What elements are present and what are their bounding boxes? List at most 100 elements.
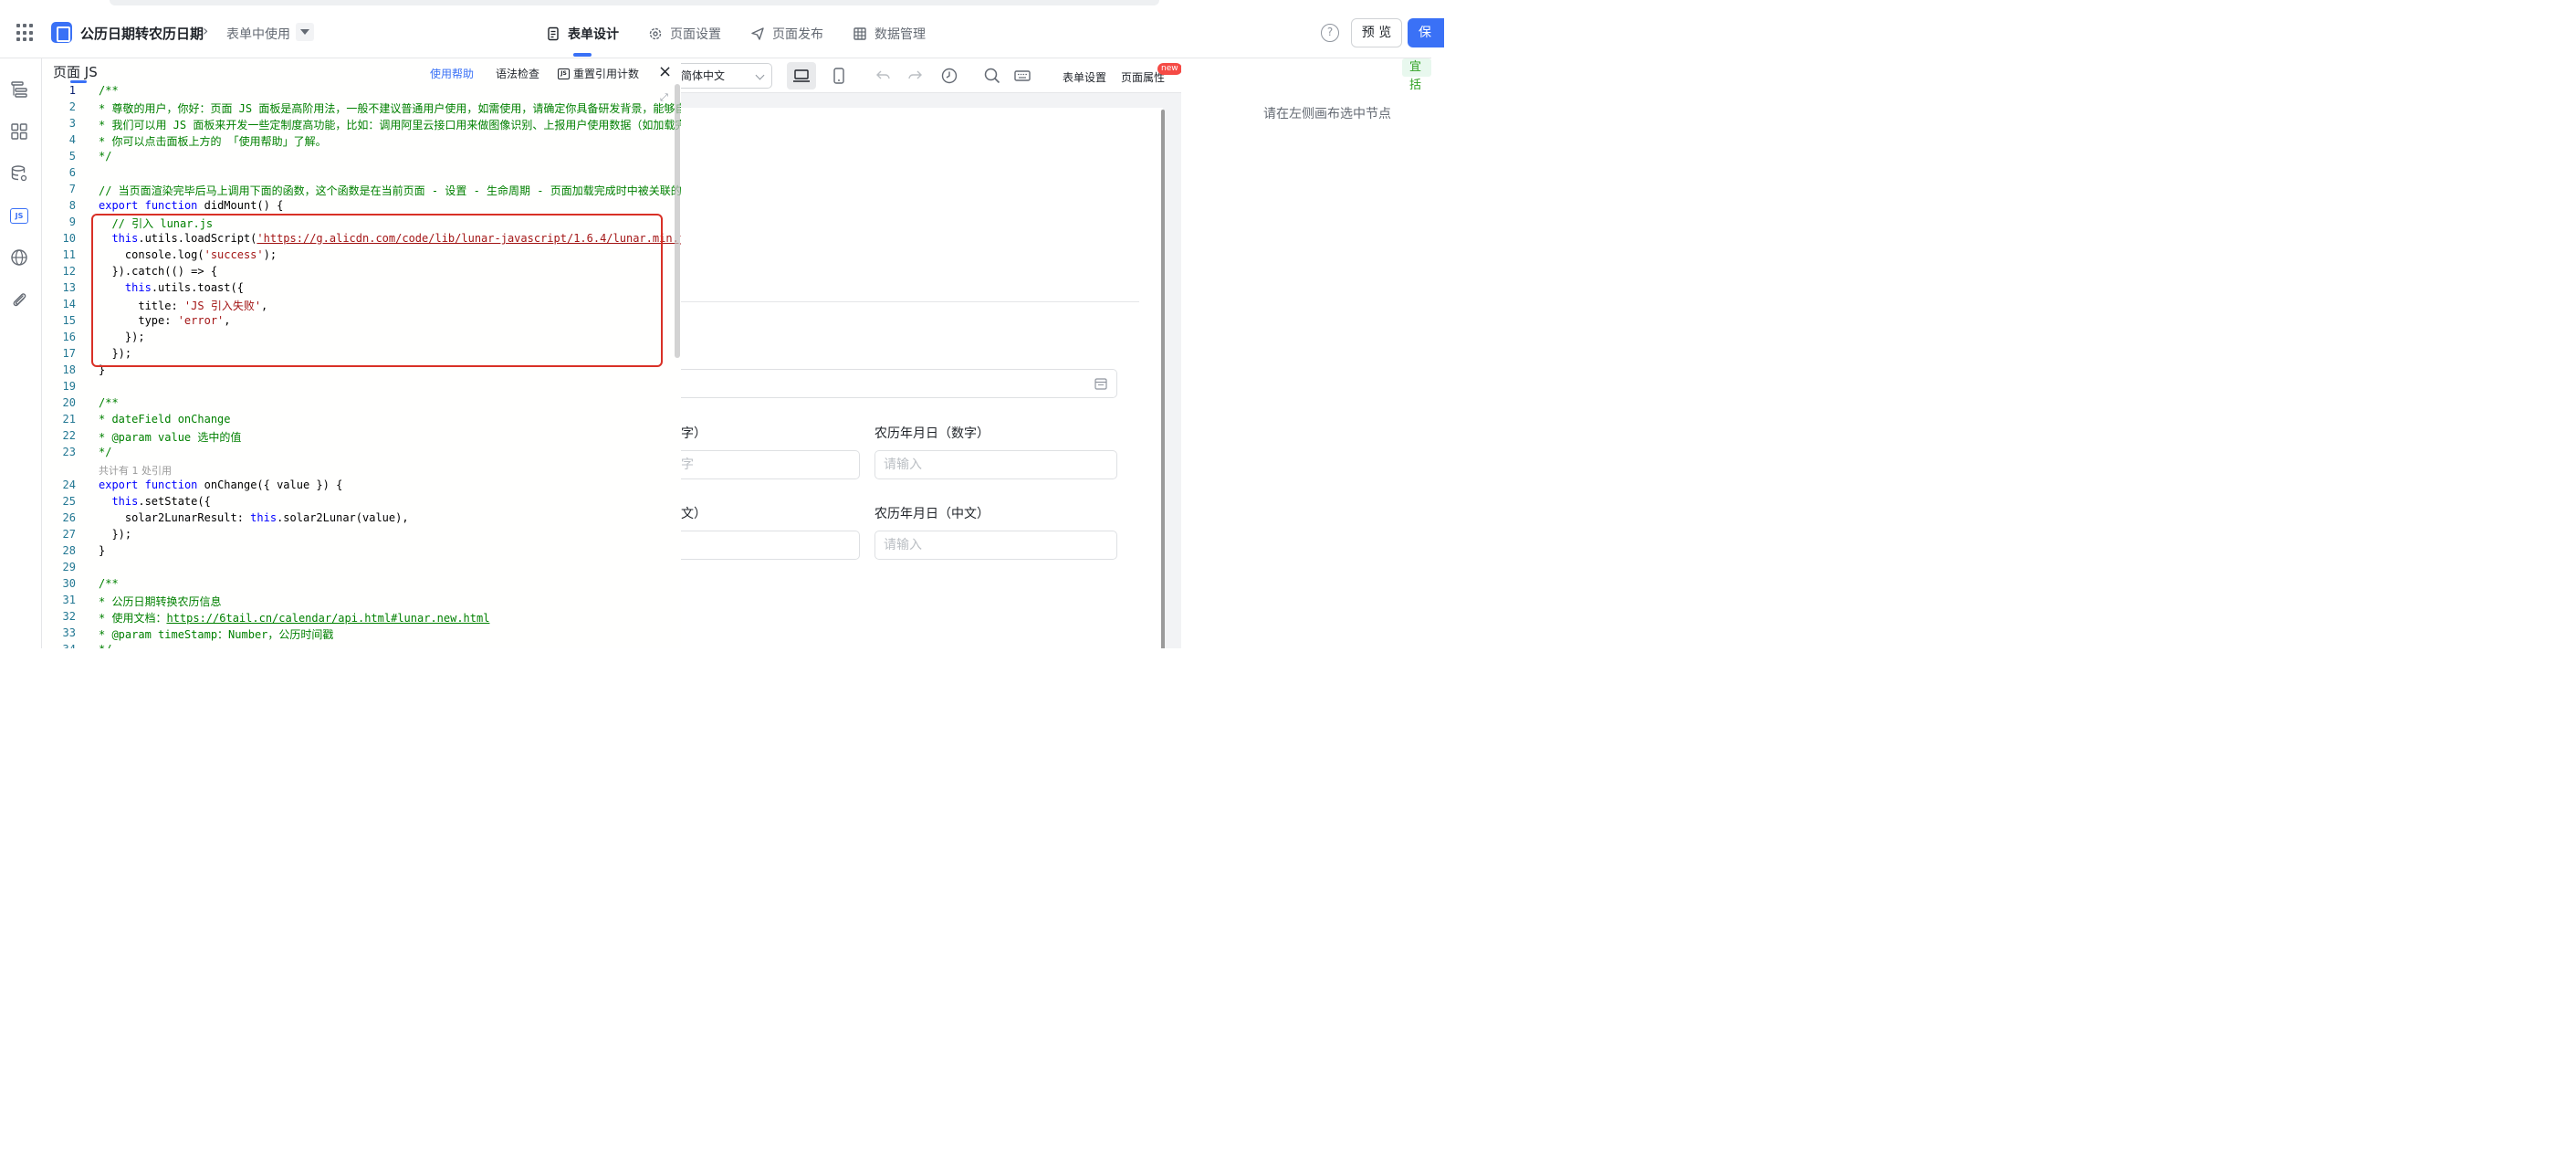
apps-grid-icon[interactable] (16, 24, 35, 42)
line-number: 9 (68, 216, 76, 228)
line-number: 34 (43, 643, 76, 648)
line-number: 5 (68, 150, 76, 163)
new-badge: new (1157, 63, 1181, 75)
solar-chinese-input[interactable] (681, 531, 860, 560)
canvas-toolbar: 简体中文 表单设置 页面属性 new (681, 58, 1181, 93)
code-line: } (99, 544, 106, 557)
help-link[interactable]: 使用帮助 (430, 66, 474, 81)
code-line: * 我们可以用 JS 面板来开发一些定制度高功能，比如：调用阿里云接口用来做图像… (99, 119, 682, 131)
document-icon (548, 26, 559, 41)
code-line: // 当页面渲染完毕后马上调用下面的函数，这个函数是在当前页面 - 设置 - 生… (99, 184, 682, 197)
tab-form-design[interactable]: 表单设计 (546, 25, 619, 43)
properties-panel: 请在左侧画布选中节点 宜括 (1181, 58, 1431, 648)
keyboard-icon[interactable] (1013, 67, 1031, 85)
preview-button[interactable]: 预 览 (1351, 18, 1402, 47)
outline-tree-icon[interactable] (10, 80, 28, 99)
code-line: * dateField onChange (99, 413, 231, 426)
page-dropdown-icon[interactable] (296, 23, 314, 41)
close-icon[interactable]: × (658, 62, 672, 81)
line-number: 31 (62, 594, 76, 606)
undo-icon[interactable] (874, 67, 893, 85)
line-number: 7 (68, 183, 76, 195)
line-number: 16 (62, 331, 76, 343)
line-number: 2 (68, 100, 76, 113)
date-field-input[interactable] (681, 369, 1117, 398)
send-icon (751, 27, 764, 40)
field-label-partial: 字） (681, 426, 707, 441)
line-number: 4 (68, 133, 76, 146)
lunar-number-input[interactable]: 请输入 (874, 450, 1117, 479)
code-line: */ (99, 150, 112, 163)
panel-title-underline (70, 80, 87, 83)
globe-icon[interactable] (10, 248, 28, 267)
js-code-panel: 页面 JS 使用帮助 语法检查 JS 重置引用计数 × ⤢ 1 2 3 4 5 … (43, 58, 682, 648)
line-number: 10 (62, 232, 76, 245)
solar-number-input[interactable]: 字 (681, 450, 860, 479)
language-select[interactable]: 简体中文 (681, 63, 772, 89)
tab-data-management[interactable]: 数据管理 (853, 25, 926, 43)
tab-page-settings[interactable]: 页面设置 (648, 25, 721, 43)
attachment-icon[interactable] (10, 290, 28, 309)
active-tab-indicator (573, 53, 592, 57)
line-number: 19 (62, 380, 76, 393)
field-label-lunar-chinese: 农历年月日（中文） (874, 507, 990, 521)
tab-label: 数据管理 (874, 27, 926, 42)
line-number: 13 (62, 281, 76, 294)
code-line: * 使用文档：https://6tail.cn/calendar/api.htm… (99, 612, 490, 625)
tab-page-publish[interactable]: 页面发布 (750, 25, 823, 43)
line-number: 15 (62, 314, 76, 327)
code-line: this.setState({ (111, 495, 211, 508)
line-number: 21 (62, 413, 76, 426)
line-number: 3 (68, 117, 76, 130)
line-number: 17 (62, 347, 76, 360)
lunar-chinese-input[interactable]: 请输入 (874, 531, 1117, 560)
desktop-view-icon[interactable] (787, 62, 816, 89)
line-number: 25 (62, 495, 76, 508)
line-number: 24 (62, 478, 76, 491)
app-title[interactable]: 公历日期转农历日期 (80, 24, 204, 43)
history-clock-icon[interactable] (940, 67, 958, 85)
browser-scroll-stub (110, 0, 1159, 5)
line-number: 11 (62, 248, 76, 261)
code-line: * 尊敬的用户，你好：页面 JS 面板是高阶用法，一般不建议普通用户使用，如需使… (99, 102, 682, 115)
form-settings-button[interactable]: 表单设置 (1063, 69, 1106, 85)
left-rail: JS (0, 58, 42, 648)
line-number: 28 (62, 544, 76, 557)
breadcrumb-page[interactable]: 表单中使用 (226, 25, 290, 43)
code-line: /** (99, 84, 119, 97)
save-button[interactable]: 保 (1408, 18, 1444, 47)
breadcrumb-separator: › (203, 22, 209, 39)
code-line: /** (99, 577, 119, 590)
gear-icon (649, 27, 662, 40)
help-icon[interactable]: ? (1321, 24, 1339, 42)
redo-icon[interactable] (906, 67, 924, 85)
code-line: * 公历日期转换农历信息 (99, 595, 222, 608)
line-number: 18 (62, 363, 76, 376)
canvas-scrollbar[interactable] (1161, 110, 1165, 648)
js-small-icon: JS (558, 68, 570, 79)
code-line: solar2LunarResult: this.solar2Lunar(valu… (99, 511, 409, 524)
lint-button[interactable]: 语法检查 (496, 66, 539, 81)
js-icon[interactable]: JS (10, 208, 28, 224)
tab-label: 页面发布 (772, 27, 823, 42)
mobile-view-icon[interactable] (830, 67, 848, 85)
auspicious-tag: 宜括 (1402, 58, 1431, 92)
calendar-icon[interactable] (1094, 377, 1107, 390)
code-line: * @param value 选中的值 (99, 431, 242, 444)
line-number: 22 (62, 429, 76, 442)
form-preview: 字） 农历年月日（数字） 字 请输入 文） 农历年月日（中文） 请输入 (681, 108, 1163, 648)
line-number: 14 (62, 298, 76, 310)
datasource-icon[interactable] (10, 164, 28, 183)
search-icon[interactable] (983, 67, 1001, 85)
line-number: 26 (62, 511, 76, 524)
reference-count-hint[interactable]: 共计有 1 处引用 (99, 463, 172, 478)
components-icon[interactable] (10, 122, 28, 141)
reset-ref-count-button[interactable]: JS 重置引用计数 (558, 66, 639, 81)
line-number: 27 (62, 528, 76, 541)
code-scrollbar[interactable] (675, 84, 680, 358)
form-divider (681, 301, 1139, 302)
code-line: export function onChange({ value }) { (99, 478, 343, 491)
empty-selection-tip: 请在左侧画布选中节点 (1263, 107, 1391, 121)
code-line: * @param timeStamp：Number，公历时间戳 (99, 628, 334, 641)
top-bar: 公历日期转农历日期 › 表单中使用 表单设计 页面设置 页面发布 数据管理 ? … (0, 0, 1444, 58)
